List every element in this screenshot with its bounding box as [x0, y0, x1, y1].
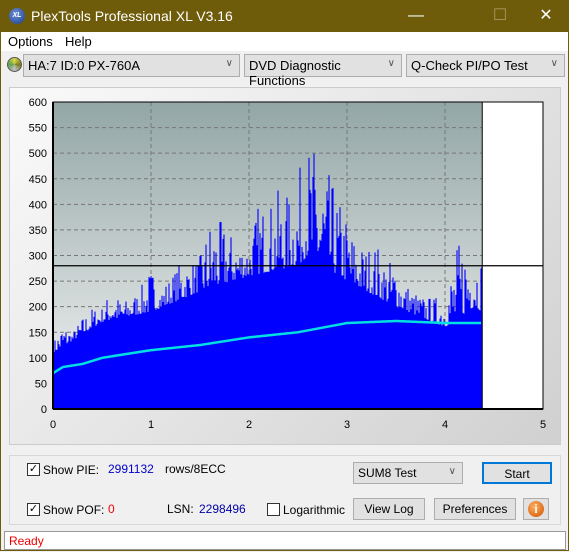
- info-button[interactable]: i: [523, 498, 549, 520]
- y-tick-label: 250: [29, 276, 47, 288]
- pof-value: 0: [108, 502, 115, 516]
- x-tick-label: 4: [442, 419, 448, 431]
- status-bar: Ready: [4, 531, 566, 550]
- show-pie-checkbox[interactable]: ✓: [27, 463, 40, 476]
- y-tick-label: 300: [29, 251, 47, 263]
- y-tick-label: 50: [35, 378, 47, 390]
- y-tick-label: 500: [29, 148, 47, 160]
- lsn-value: 2298496: [199, 502, 246, 516]
- info-icon: i: [528, 501, 544, 517]
- x-tick-label: 0: [50, 419, 56, 431]
- y-tick-label: 550: [29, 123, 47, 135]
- y-tick-label: 350: [29, 225, 47, 237]
- pie-value: 2991132: [108, 462, 154, 476]
- lsn-label: LSN:: [167, 502, 194, 516]
- sum8-test-value: SUM8 Test: [358, 466, 417, 480]
- start-button[interactable]: Start: [482, 462, 552, 484]
- y-tick-label: 150: [29, 327, 47, 339]
- show-pof-checkbox[interactable]: ✓: [27, 503, 40, 516]
- x-tick-label: 5: [540, 419, 546, 431]
- sum8-test-select[interactable]: SUM8 Test ∨: [353, 462, 463, 484]
- unscanned-area: [482, 102, 543, 409]
- logarithmic-checkbox[interactable]: [267, 503, 280, 516]
- y-tick-label: 0: [41, 404, 47, 416]
- x-tick-label: 1: [148, 419, 154, 431]
- x-tick-label: 3: [344, 419, 350, 431]
- show-pie-label: Show PIE:: [43, 463, 100, 477]
- app-window: XL PlexTools Professional XL V3.16 — ☐ ✕…: [0, 0, 569, 551]
- preferences-button[interactable]: Preferences: [434, 498, 516, 520]
- show-pof-label: Show POF:: [43, 503, 105, 517]
- y-tick-label: 100: [29, 353, 47, 365]
- chevron-down-icon: ∨: [448, 466, 456, 477]
- logarithmic-label: Logarithmic: [283, 503, 346, 517]
- y-tick-label: 200: [29, 302, 47, 314]
- y-tick-label: 400: [29, 199, 47, 211]
- x-tick-label: 2: [246, 419, 252, 431]
- y-tick-label: 600: [29, 97, 47, 109]
- pie-unit: rows/8ECC: [165, 462, 226, 476]
- y-tick-label: 450: [29, 174, 47, 186]
- view-log-button[interactable]: View Log: [353, 498, 425, 520]
